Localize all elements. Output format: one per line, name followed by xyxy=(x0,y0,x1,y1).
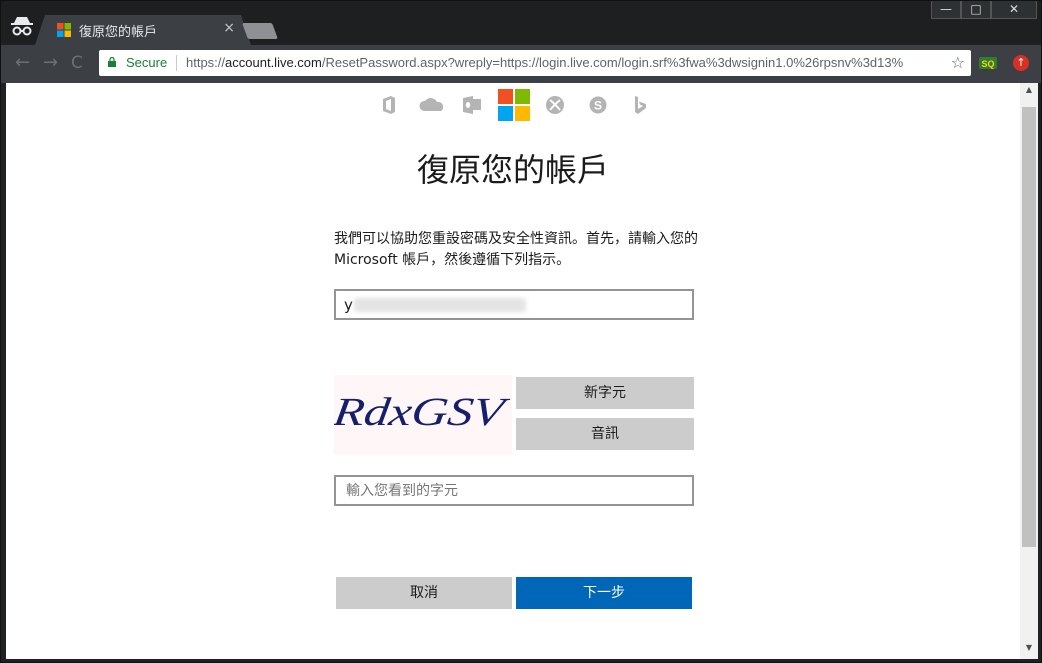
sq-extension-label: SQ xyxy=(981,59,994,69)
microsoft-favicon-icon xyxy=(57,23,71,37)
back-button[interactable]: ← xyxy=(15,54,30,72)
scroll-thumb[interactable] xyxy=(1022,107,1036,547)
address-bar[interactable]: Secure https://account.live.com/ResetPas… xyxy=(99,50,971,76)
captcha-image: RdxGSV xyxy=(334,375,512,455)
maximize-button[interactable]: □ xyxy=(961,1,991,19)
xbox-icon xyxy=(546,96,564,114)
new-characters-button[interactable]: 新字元 xyxy=(516,377,694,409)
browser-window: 復原您的帳戶 × — □ ✕ ← → C Secure https://acco… xyxy=(0,0,1042,663)
scroll-down-arrow-icon[interactable]: ▼ xyxy=(1020,643,1038,657)
office-icon xyxy=(383,96,395,114)
page-content: S 復原您的帳戶 我們可以協助您重設密碼及安全性資訊。首先，請輸入您的 Micr… xyxy=(6,83,1020,659)
title-bar: 復原您的帳戶 × — □ ✕ xyxy=(1,1,1041,45)
captcha-input[interactable] xyxy=(344,477,688,504)
page-title: 復原您的帳戶 xyxy=(416,151,609,189)
vertical-scrollbar[interactable]: ▲ ▼ xyxy=(1020,83,1038,659)
sq-extension-icon[interactable]: SQ xyxy=(979,55,997,71)
skype-icon: S xyxy=(589,96,607,114)
tab-title: 復原您的帳戶 xyxy=(79,24,158,39)
onedrive-icon xyxy=(419,98,444,111)
address-separator xyxy=(176,55,177,71)
url-text[interactable]: https://account.live.com/ResetPassword.a… xyxy=(186,55,942,70)
new-tab-button[interactable] xyxy=(242,23,278,39)
next-button[interactable]: 下一步 xyxy=(516,577,692,609)
update-extension-icon[interactable]: ↑ xyxy=(1013,55,1029,71)
window-controls: — □ ✕ xyxy=(931,1,1037,19)
lock-icon xyxy=(108,57,116,67)
minimize-button[interactable]: — xyxy=(931,1,961,19)
reload-button[interactable]: C xyxy=(71,54,83,72)
account-redacted-blur xyxy=(354,298,526,312)
audio-button[interactable]: 音訊 xyxy=(516,418,694,450)
cancel-button[interactable]: 取消 xyxy=(336,577,512,609)
url-host: account.live.com xyxy=(225,55,322,70)
account-field[interactable]: y xyxy=(334,289,694,320)
outlook-icon xyxy=(463,96,481,114)
account-value: y xyxy=(344,296,353,314)
url-path: /ResetPassword.aspx?wreply=https://login… xyxy=(321,55,904,70)
microsoft-apps-row: S xyxy=(6,89,1020,123)
captcha-input-box xyxy=(334,475,694,506)
secure-label: Secure xyxy=(126,55,168,70)
page-description: 我們可以協助您重設密碼及安全性資訊。首先，請輸入您的 Microsoft 帳戶，… xyxy=(334,231,698,268)
svg-text:S: S xyxy=(594,99,602,113)
incognito-icon xyxy=(11,17,33,36)
tab-reset-password[interactable]: 復原您的帳戶 × xyxy=(35,15,251,45)
scroll-up-arrow-icon[interactable]: ▲ xyxy=(1020,85,1038,99)
forward-button[interactable]: → xyxy=(43,54,58,72)
microsoft-logo-icon[interactable] xyxy=(498,89,530,121)
close-window-button[interactable]: ✕ xyxy=(991,1,1037,19)
browser-toolbar: ← → C Secure https://account.live.com/Re… xyxy=(1,45,1041,83)
captcha-text: RdxGSV xyxy=(334,389,512,434)
url-scheme: https:// xyxy=(186,55,226,70)
bookmark-star-icon[interactable]: ☆ xyxy=(951,53,965,72)
tab-close-icon[interactable]: × xyxy=(223,20,235,36)
bing-icon xyxy=(635,96,646,114)
